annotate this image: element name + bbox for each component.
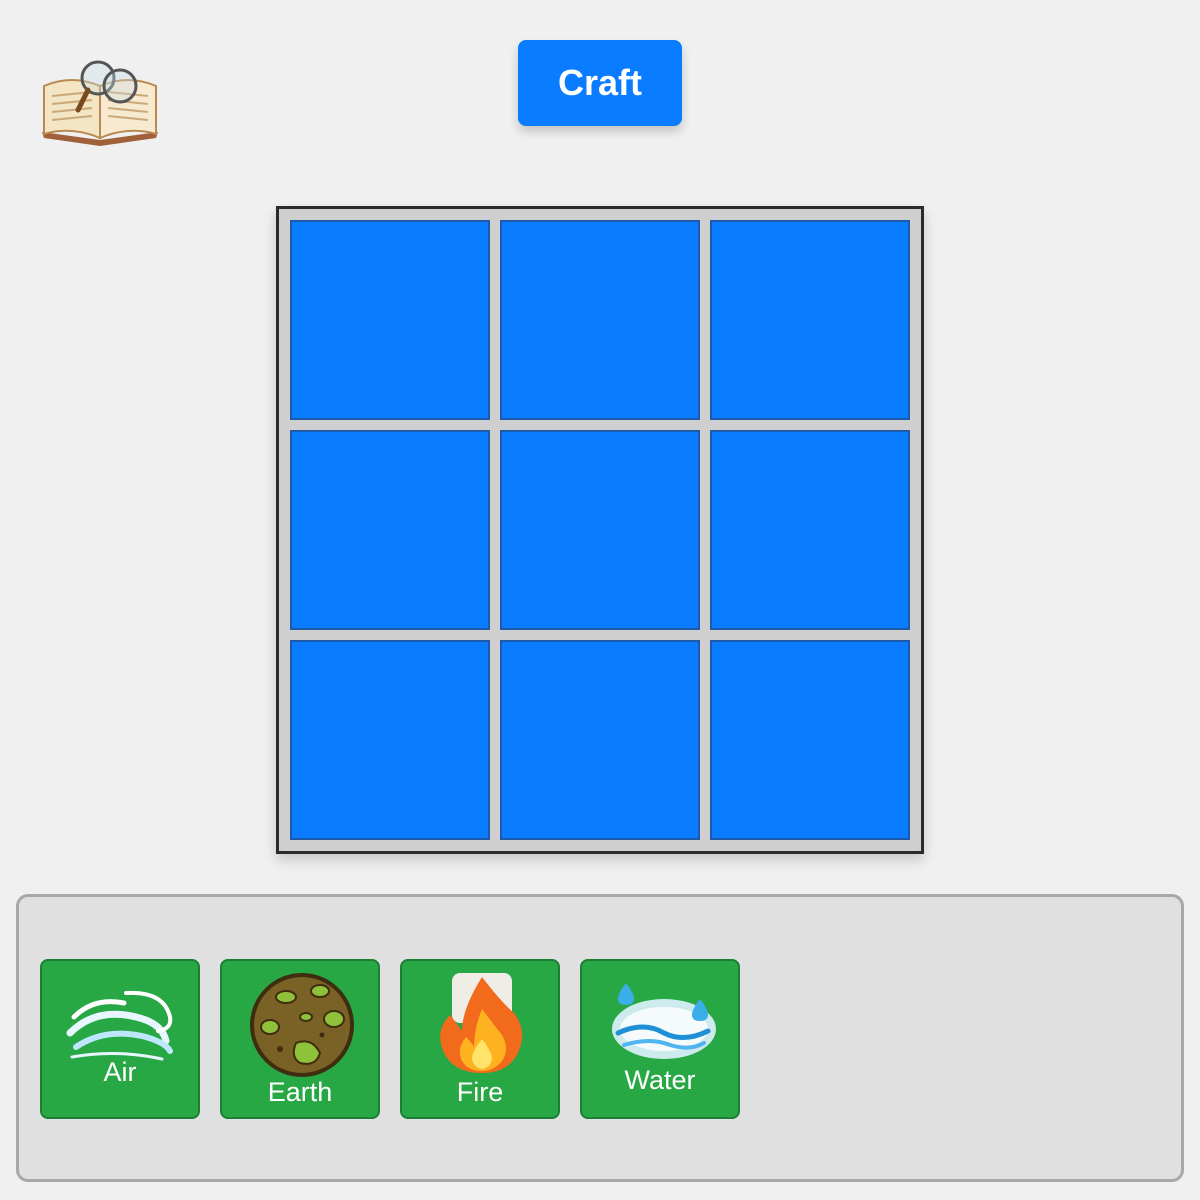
inventory-item-label: Earth (267, 1077, 333, 1107)
inventory-item-label: Air (103, 1057, 137, 1087)
grid-cell-3-1[interactable] (290, 640, 490, 840)
craft-button[interactable]: Craft (518, 40, 682, 126)
air-icon (66, 990, 173, 1061)
crafting-game: Craft Air Earth Fire Water (0, 0, 1200, 1200)
grid-cell-3-3[interactable] (710, 640, 910, 840)
inventory-item-label: Water (624, 1065, 696, 1095)
grid-cell-2-2[interactable] (500, 430, 700, 630)
inventory-item-air[interactable]: Air (40, 959, 200, 1119)
grid-cell-1-3[interactable] (710, 220, 910, 420)
inventory-item-fire[interactable]: Fire (400, 959, 560, 1119)
fire-icon (440, 973, 523, 1073)
inventory-item-earth[interactable]: Earth (220, 959, 380, 1119)
grid-cell-3-2[interactable] (500, 640, 700, 840)
water-icon (612, 983, 716, 1059)
grid-cell-1-2[interactable] (500, 220, 700, 420)
grid-cell-1-1[interactable] (290, 220, 490, 420)
inventory-item-water[interactable]: Water (580, 959, 740, 1119)
grid-cell-2-3[interactable] (710, 430, 910, 630)
inventory-item-label: Fire (456, 1077, 504, 1107)
recipe-book-icon[interactable] (38, 56, 164, 146)
inventory-panel: Air Earth Fire Water (16, 894, 1184, 1182)
grid-cell-2-1[interactable] (290, 430, 490, 630)
crafting-grid (276, 206, 924, 854)
earth-icon (250, 973, 354, 1077)
